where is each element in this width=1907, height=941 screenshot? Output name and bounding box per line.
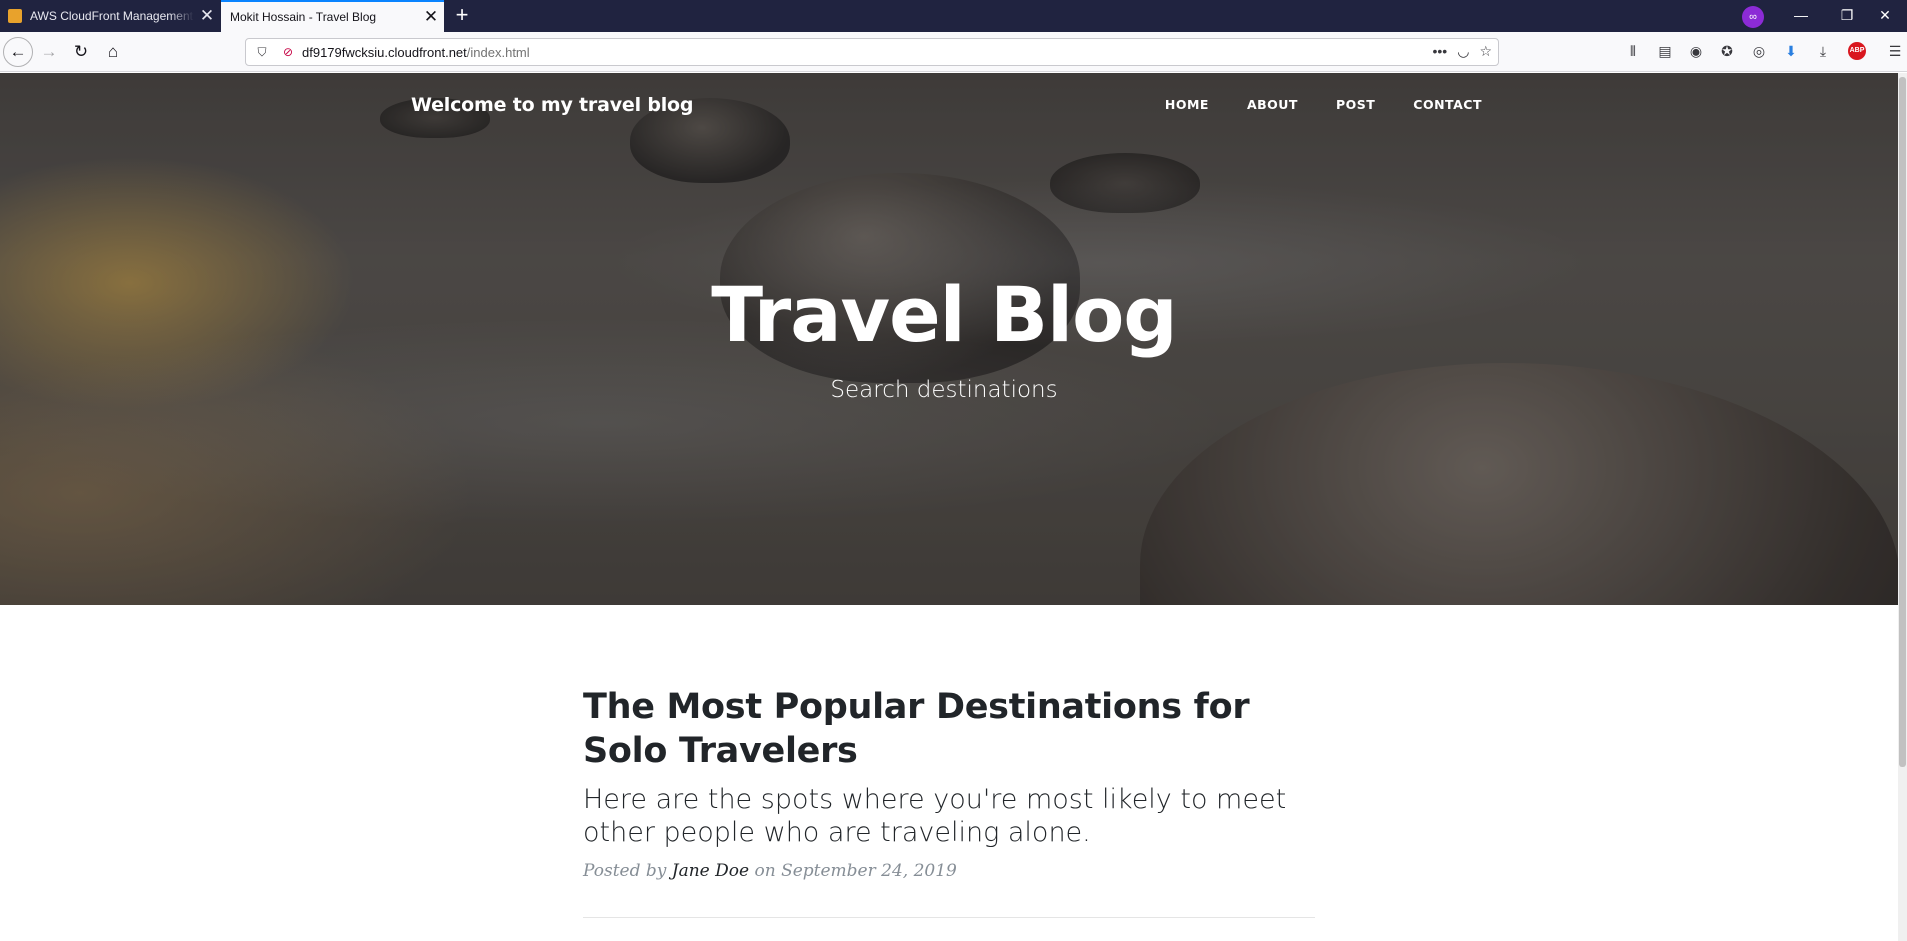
back-icon[interactable]: ← bbox=[3, 37, 33, 67]
shield-icon[interactable]: ⛉ bbox=[252, 45, 272, 60]
site-nav: HOME ABOUT POST CONTACT bbox=[1146, 97, 1482, 112]
globe-icon[interactable]: ◎ bbox=[1748, 40, 1770, 62]
home-icon[interactable]: ⌂ bbox=[101, 40, 125, 64]
reload-icon[interactable]: ↻ bbox=[69, 40, 93, 64]
aws-favicon-icon bbox=[8, 9, 22, 23]
navigation-toolbar: ← → ↻ ⌂ ⛉ ⊘ df9179fwcksiu.cloudfront.net… bbox=[0, 32, 1907, 72]
post-meta: Posted by Jane Doe on September 24, 2019 bbox=[583, 861, 1315, 881]
bookmark-star-icon[interactable]: ☆ bbox=[1479, 43, 1492, 60]
insecure-lock-icon[interactable]: ⊘ bbox=[278, 45, 298, 59]
account-icon[interactable]: ◉ bbox=[1685, 40, 1707, 62]
scrollbar-thumb[interactable] bbox=[1899, 77, 1906, 767]
menu-icon[interactable]: ☰ bbox=[1884, 40, 1906, 62]
private-browsing-icon: ∞ bbox=[1742, 6, 1764, 28]
tab-title: Mokit Hossain - Travel Blog bbox=[230, 10, 377, 24]
hero-subtitle: Search destinations bbox=[830, 377, 1058, 403]
vertical-scrollbar[interactable] bbox=[1898, 73, 1907, 941]
post-author-link[interactable]: Jane Doe bbox=[672, 861, 749, 881]
forward-icon[interactable]: → bbox=[37, 40, 61, 64]
close-tab-icon[interactable]: ✕ bbox=[194, 0, 220, 32]
download-arrow-icon[interactable]: ⬇ bbox=[1780, 40, 1802, 62]
tab-travel-blog[interactable]: Mokit Hossain - Travel Blog ✕ bbox=[221, 0, 444, 32]
post-subtitle[interactable]: Here are the spots where you're most lik… bbox=[583, 783, 1315, 849]
sidebar-icon[interactable]: ▤ bbox=[1654, 40, 1676, 62]
tab-aws-cloudfront[interactable]: AWS CloudFront Management Console ✕ bbox=[0, 0, 220, 32]
pocket-icon[interactable]: ◡ bbox=[1457, 43, 1469, 60]
post-meta-date: on September 24, 2019 bbox=[754, 861, 957, 881]
url-bar[interactable]: ⛉ ⊘ df9179fwcksiu.cloudfront.net/index.h… bbox=[245, 38, 1499, 66]
new-tab-button[interactable]: + bbox=[450, 0, 474, 32]
post-title[interactable]: The Most Popular Destinations for Solo T… bbox=[583, 685, 1315, 773]
post-meta-prefix: Posted by bbox=[583, 861, 667, 881]
library-icon[interactable]: ⫴ bbox=[1622, 40, 1644, 62]
close-window-button[interactable]: ✕ bbox=[1862, 0, 1907, 32]
page-content: Welcome to my travel blog HOME ABOUT POS… bbox=[0, 73, 1898, 941]
site-brand[interactable]: Welcome to my travel blog bbox=[411, 94, 693, 116]
nav-link-home[interactable]: HOME bbox=[1146, 97, 1228, 112]
hero-header: Welcome to my travel blog HOME ABOUT POS… bbox=[0, 73, 1898, 605]
tab-strip: AWS CloudFront Management Console ✕ Moki… bbox=[0, 0, 1907, 32]
nav-link-post[interactable]: POST bbox=[1317, 97, 1394, 112]
adblock-plus-icon[interactable]: ABP bbox=[1848, 42, 1866, 60]
url-host: df9179fwcksiu.cloudfront.net bbox=[302, 44, 467, 60]
post-divider bbox=[583, 917, 1315, 918]
nav-link-about[interactable]: ABOUT bbox=[1228, 97, 1317, 112]
downloads-icon[interactable]: ⤓ bbox=[1812, 40, 1834, 62]
minimize-button[interactable]: — bbox=[1778, 0, 1824, 32]
nav-link-contact[interactable]: CONTACT bbox=[1394, 97, 1482, 112]
hero-title: Travel Blog bbox=[711, 270, 1177, 359]
tab-title: AWS CloudFront Management Console bbox=[30, 9, 194, 23]
extension-icon[interactable]: ✪ bbox=[1716, 40, 1738, 62]
url-path: /index.html bbox=[466, 44, 530, 60]
post-preview[interactable]: The Most Popular Destinations for Solo T… bbox=[583, 685, 1315, 881]
more-icon[interactable]: ••• bbox=[1433, 43, 1448, 60]
close-tab-icon[interactable]: ✕ bbox=[418, 1, 444, 33]
